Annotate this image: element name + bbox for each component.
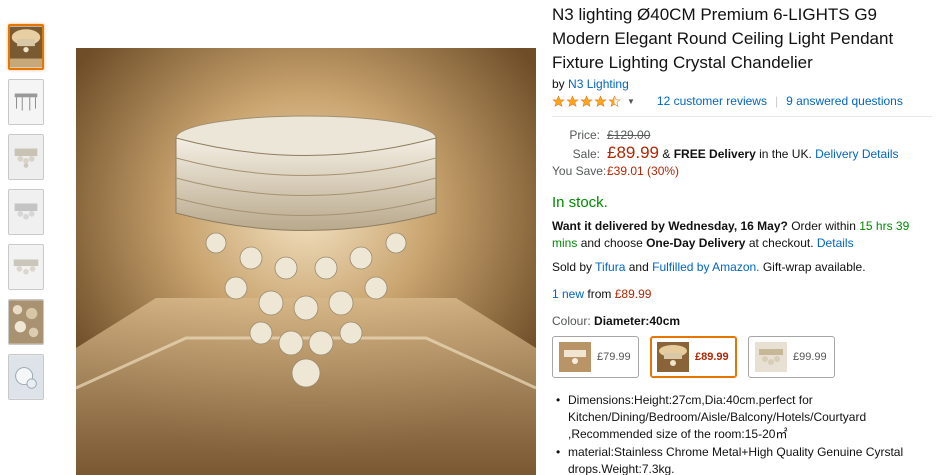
thumbnail-4[interactable]	[8, 189, 44, 235]
from-text: from	[587, 287, 612, 301]
delivery-details-link[interactable]: Delivery Details	[815, 146, 898, 163]
colour-swatches: £79.99 £89.99 £99.99	[552, 336, 932, 378]
star-icon	[552, 94, 565, 107]
half-star-icon	[608, 94, 621, 107]
swatch-price: £79.99	[597, 351, 631, 363]
delivery-message: Want it delivered by Wednesday, 16 May? …	[552, 218, 932, 252]
thumbnail-strip	[8, 24, 46, 409]
swatch-image	[657, 342, 689, 372]
seller-link[interactable]: Tifura	[595, 260, 625, 274]
product-info: N3 lighting Ø40CM Premium 6-LIGHTS G9 Mo…	[552, 0, 932, 475]
list-item: material:Stainless Chrome Metal+High Qua…	[552, 444, 932, 475]
swatch-option-2[interactable]: £89.99	[650, 336, 737, 378]
delivery-amp: &	[662, 147, 671, 161]
offers-price: £89.99	[614, 287, 652, 301]
delivery-suffix: in the UK.	[759, 147, 812, 161]
thumbnail-3[interactable]	[8, 134, 44, 180]
thumbnail-7[interactable]	[8, 354, 44, 400]
price-block: Price: £129.00 Sale: £89.99 & FREE Deliv…	[552, 127, 932, 180]
product-title: N3 lighting Ø40CM Premium 6-LIGHTS G9 Mo…	[552, 5, 894, 72]
gift-wrap-text: Gift-wrap available.	[762, 260, 866, 274]
swatch-option-3[interactable]: £99.99	[748, 336, 835, 378]
list-price-row: Price: £129.00	[552, 127, 932, 144]
star-icon	[566, 94, 579, 107]
choose-text: and choose	[580, 236, 643, 250]
details-link[interactable]: Details	[817, 236, 854, 250]
swatch-image	[559, 342, 591, 372]
sale-label: Sale:	[572, 147, 600, 161]
colour-label: Colour:	[552, 314, 591, 328]
save-value: £39.01 (30%)	[607, 164, 680, 178]
divider	[552, 116, 932, 117]
main-product-image[interactable]	[76, 48, 536, 475]
rating-row: ▼ 12 customer reviews | 9 answered quest…	[552, 94, 932, 108]
list-item: Dimensions:Height:27cm,Dia:40cm.perfect …	[552, 392, 932, 443]
new-offers-link[interactable]: 1 new	[552, 287, 584, 301]
sold-by-label: Sold by	[552, 260, 593, 274]
thumbnail-6[interactable]	[8, 299, 44, 345]
one-day-delivery: One-Day Delivery	[646, 236, 746, 250]
thumbnail-5[interactable]	[8, 244, 44, 290]
star-rating[interactable]	[552, 94, 622, 108]
stock-status: In stock.	[552, 194, 608, 211]
colour-selected: Diameter:40cm	[594, 314, 681, 328]
thumbnail-2[interactable]	[8, 79, 44, 125]
thumbnail-1[interactable]	[8, 24, 44, 70]
fulfilled-link[interactable]: Fulfilled by Amazon.	[652, 260, 759, 274]
you-save-row: You Save: £39.01 (30%)	[552, 163, 932, 180]
seller-info: Sold by Tifura and Fulfilled by Amazon. …	[552, 259, 932, 276]
reviews-link[interactable]: 12 customer reviews	[657, 94, 767, 108]
colour-row: Colour: Diameter:40cm	[552, 314, 932, 328]
and-text: and	[628, 260, 649, 274]
order-within: Order within	[791, 219, 856, 233]
star-icon	[594, 94, 607, 107]
delivery-question: Want it delivered by Wednesday, 16 May?	[552, 219, 788, 233]
list-price: £129.00	[607, 128, 651, 142]
offers-row: 1 new from £89.99	[552, 286, 932, 303]
byline: by N3 Lighting	[552, 77, 932, 91]
questions-link[interactable]: 9 answered questions	[786, 94, 903, 108]
swatch-option-1[interactable]: £79.99	[552, 336, 639, 378]
at-checkout: at checkout.	[748, 236, 814, 250]
swatch-price: £99.99	[793, 351, 827, 363]
save-label: You Save:	[552, 164, 607, 178]
swatch-image	[755, 342, 787, 372]
separator: |	[774, 94, 779, 108]
sale-price-row: Sale: £89.99 & FREE Delivery in the UK. …	[552, 144, 932, 163]
free-delivery: FREE Delivery	[673, 147, 756, 161]
by-label: by	[552, 77, 565, 91]
price-label: Price:	[569, 128, 600, 142]
feature-bullets: Dimensions:Height:27cm,Dia:40cm.perfect …	[552, 392, 932, 475]
brand-link[interactable]: N3 Lighting	[568, 77, 629, 91]
star-icon	[580, 94, 593, 107]
chevron-down-icon[interactable]: ▼	[627, 97, 635, 106]
sale-price: £89.99	[607, 143, 659, 162]
swatch-price: £89.99	[695, 351, 729, 363]
